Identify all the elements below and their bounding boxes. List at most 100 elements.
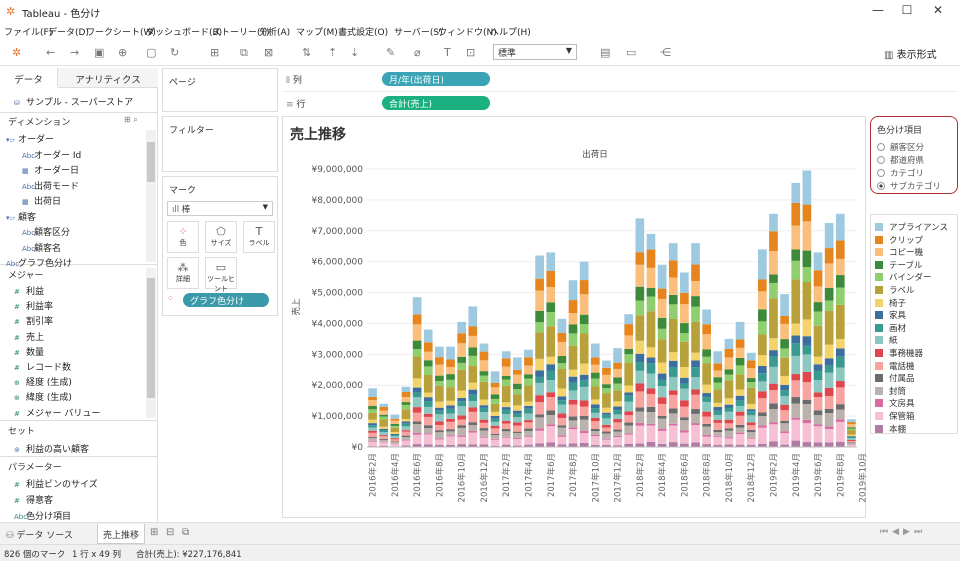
bar-segment[interactable] (746, 438, 756, 445)
bar-segment[interactable] (613, 377, 622, 384)
bar-segment[interactable] (635, 407, 645, 412)
duplicate-icon[interactable]: ⧉ (240, 46, 248, 60)
bar-segment[interactable] (735, 424, 745, 428)
bar-segment[interactable] (791, 249, 801, 261)
bar-segment[interactable] (613, 429, 622, 432)
bar-segment[interactable] (568, 280, 578, 301)
bar-segment[interactable] (579, 294, 589, 315)
color-field-pill[interactable]: グラフ色分け (183, 293, 269, 307)
save-icon[interactable]: ▣ (94, 46, 104, 59)
bar-segment[interactable] (635, 425, 645, 444)
bar-segment[interactable] (735, 427, 745, 433)
bar-segment[interactable] (457, 356, 467, 363)
bar-segment[interactable] (435, 401, 444, 408)
bar-segment[interactable] (802, 204, 812, 222)
bar-segment[interactable] (390, 425, 400, 428)
bar-segment[interactable] (668, 304, 678, 320)
bar-segment[interactable] (457, 425, 467, 428)
bar-segment[interactable] (635, 286, 645, 301)
bar-segment[interactable] (746, 403, 756, 410)
bar-segment[interactable] (691, 281, 700, 297)
bar-segment[interactable] (613, 348, 622, 363)
bar-segment[interactable] (702, 436, 712, 445)
bar-segment[interactable] (691, 296, 700, 307)
bar-segment[interactable] (479, 375, 489, 382)
bar-segment[interactable] (746, 360, 756, 369)
bar-segment[interactable] (646, 393, 656, 407)
bar-segment[interactable] (813, 325, 823, 357)
presentation-icon[interactable]: ▭ (626, 46, 636, 59)
bar-segment[interactable] (746, 382, 756, 388)
bar-segment[interactable] (423, 428, 433, 434)
bar-segment[interactable] (624, 314, 634, 325)
bar-segment[interactable] (780, 420, 789, 424)
bar-segment[interactable] (847, 424, 856, 428)
bar-segment[interactable] (613, 419, 622, 423)
bar-segment[interactable] (602, 367, 611, 375)
bar-segment[interactable] (668, 423, 678, 426)
bar-segment[interactable] (401, 423, 411, 427)
bar-segment[interactable] (780, 384, 789, 391)
bar-segment[interactable] (702, 363, 712, 385)
bar-segment[interactable] (501, 436, 511, 438)
bar-segment[interactable] (390, 427, 400, 433)
bar-segment[interactable] (791, 279, 801, 324)
bar-segment[interactable] (590, 357, 600, 365)
bar-segment[interactable] (557, 404, 567, 414)
bar-segment[interactable] (423, 416, 433, 426)
bar-segment[interactable] (702, 411, 712, 417)
bar-segment[interactable] (646, 441, 656, 447)
bar-segment[interactable] (501, 420, 511, 424)
bar-segment[interactable] (468, 382, 478, 390)
bar-segment[interactable] (524, 422, 533, 429)
bar-segment[interactable] (568, 404, 578, 417)
bar-segment[interactable] (412, 340, 422, 350)
clear-sheet-icon[interactable]: ⊠ (264, 46, 273, 59)
dimension-field[interactable]: Abcグラフ色分け (6, 256, 72, 269)
bar-segment[interactable] (780, 410, 789, 421)
bar-segment[interactable] (691, 360, 700, 368)
bar-segment[interactable] (435, 410, 444, 415)
bar-segment[interactable] (847, 438, 856, 441)
bar-segment[interactable] (713, 414, 723, 421)
bar-segment[interactable] (657, 328, 667, 340)
bar-segment[interactable] (412, 407, 422, 413)
bar-segment[interactable] (457, 390, 467, 398)
bar-segment[interactable] (457, 419, 467, 426)
bar-segment[interactable] (568, 324, 578, 334)
bar-segment[interactable] (446, 405, 455, 409)
bar-segment[interactable] (412, 412, 422, 422)
bar-segment[interactable] (535, 310, 544, 323)
bar-segment[interactable] (379, 442, 389, 446)
bar-segment[interactable] (602, 407, 611, 413)
bar-segment[interactable] (624, 434, 634, 444)
bar-segment[interactable] (435, 414, 444, 422)
bar-segment[interactable] (847, 440, 856, 443)
bar-segment[interactable] (501, 429, 511, 432)
bar-segment[interactable] (590, 412, 600, 418)
undo-icon[interactable]: ← (46, 46, 55, 59)
bar-segment[interactable] (435, 346, 444, 358)
bar-segment[interactable] (691, 425, 700, 443)
bar-segment[interactable] (535, 428, 544, 431)
bar-segment[interactable] (446, 379, 455, 388)
bar-segment[interactable] (590, 404, 600, 409)
bar-segment[interactable] (847, 422, 856, 425)
bar-segment[interactable] (769, 298, 778, 339)
bar-segment[interactable] (546, 326, 556, 357)
bar-segment[interactable] (501, 431, 511, 437)
bar-segment[interactable] (501, 423, 511, 430)
bar-segment[interactable] (535, 370, 544, 377)
bar-segment[interactable] (412, 297, 422, 315)
bar-segment[interactable] (724, 369, 734, 375)
bar-segment[interactable] (668, 366, 678, 377)
bar-segment[interactable] (713, 410, 723, 415)
bar-segment[interactable] (613, 390, 622, 402)
bar-segment[interactable] (390, 433, 400, 436)
bar-segment[interactable] (602, 360, 611, 368)
bar-segment[interactable] (435, 438, 444, 440)
menu-window[interactable]: ウィンドウ(N) (438, 25, 497, 38)
bar-segment[interactable] (435, 421, 444, 425)
bar-segment[interactable] (512, 438, 522, 446)
bar-segment[interactable] (835, 381, 845, 388)
